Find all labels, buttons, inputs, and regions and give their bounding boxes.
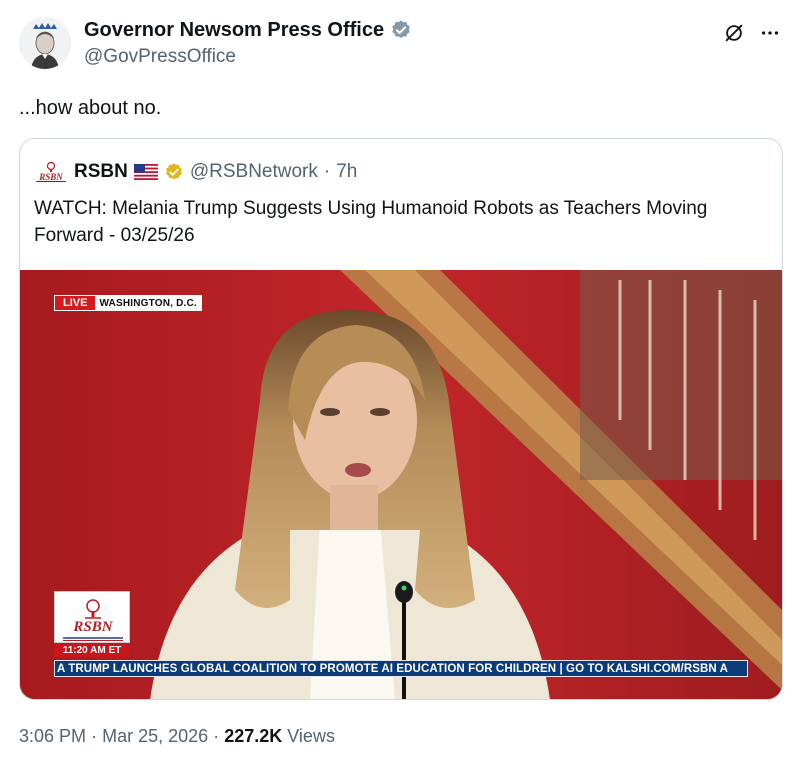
video-clock: 11:20 AM ET [54, 643, 130, 657]
live-location: WASHINGTON, D.C. [95, 296, 201, 310]
svg-text:RSBN: RSBN [38, 172, 63, 182]
meta-separator-2: · [213, 726, 220, 746]
author-name[interactable]: Governor Newsom Press Office [84, 18, 384, 42]
author-name-row[interactable]: Governor Newsom Press Office [84, 18, 412, 42]
tweet-page: Governor Newsom Press Office @GovPressOf… [0, 0, 800, 769]
more-dots-icon [761, 31, 779, 35]
news-ticker: A TRUMP LAUNCHES GLOBAL COALITION TO PRO… [54, 660, 748, 677]
rsbn-logo-text: RSBN [73, 619, 113, 635]
quote-timestamp[interactable]: 7h [336, 161, 357, 183]
tweet-text: ...how about no. [19, 97, 162, 119]
video-frame-illustration [20, 270, 782, 699]
rsbn-mic-logo-icon [63, 599, 123, 641]
quote-author-handle[interactable]: @RSBNetwork [190, 161, 318, 183]
quote-text: WATCH: Melania Trump Suggests Using Huma… [34, 198, 708, 246]
rsbn-video-logo: RSBN [54, 591, 130, 643]
quote-header: RSBN RSBN @RSBNetwork · 7h [34, 159, 357, 185]
post-time[interactable]: 3:06 PM [19, 726, 86, 746]
gold-verified-badge-icon [165, 163, 182, 180]
video-player[interactable]: LIVE WASHINGTON, D.C. RSBN 11:20 AM ET A… [20, 270, 782, 699]
avatar-portrait-icon [19, 17, 71, 69]
quoted-tweet-card[interactable]: RSBN RSBN @RSBNetwork · 7h WATCH: Melani… [19, 138, 783, 700]
us-flag-icon [133, 164, 158, 180]
grok-button[interactable] [721, 20, 747, 46]
grok-icon [725, 24, 743, 42]
meta-separator: · [91, 726, 98, 746]
live-label: LIVE [55, 296, 96, 310]
quote-author-name[interactable]: RSBN [74, 161, 128, 183]
more-button[interactable] [757, 20, 783, 46]
gray-verified-badge-icon [392, 20, 410, 39]
author-handle[interactable]: @GovPressOffice [84, 46, 236, 68]
views-label: Views [287, 726, 335, 746]
quote-separator: · [323, 161, 331, 182]
rsbn-logo-icon[interactable]: RSBN [34, 161, 68, 183]
live-badge: LIVE WASHINGTON, D.C. [54, 295, 202, 311]
views-count: 227.2K [224, 726, 283, 746]
author-avatar[interactable] [19, 17, 71, 69]
tweet-meta: 3:06 PM · Mar 25, 2026 · 227.2K Views [19, 724, 335, 748]
post-date[interactable]: Mar 25, 2026 [102, 726, 208, 746]
